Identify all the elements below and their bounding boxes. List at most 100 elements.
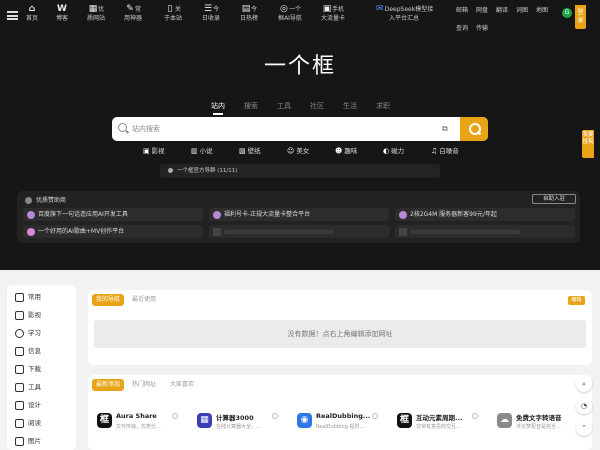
sponsor-card-placeholder bbox=[209, 225, 389, 238]
sites-panel: 最新添加 热门网址 大家喜欢 框 Aura Share 文件传输，优势分... … bbox=[88, 375, 592, 450]
site-logo: 框 bbox=[397, 413, 412, 428]
info-icon[interactable] bbox=[172, 413, 178, 419]
submit-tab[interactable]: 我要投稿 bbox=[582, 130, 594, 158]
sponsor-title: 优质赞助商 bbox=[25, 195, 66, 204]
tab-tools[interactable]: 工具 bbox=[269, 101, 299, 111]
beauty-icon: ☺ bbox=[287, 147, 295, 155]
site-desc: 在线计算器大全，... bbox=[216, 424, 261, 430]
menu-icon[interactable] bbox=[7, 11, 18, 20]
tab-site[interactable]: 站内 bbox=[203, 101, 233, 115]
info-icon[interactable] bbox=[272, 413, 278, 419]
nav-item-quality-sites[interactable]: ▦优 质网站 bbox=[83, 4, 109, 30]
sidebar-item-common[interactable]: 常用 bbox=[15, 291, 41, 302]
edit-button[interactable]: 编辑 bbox=[568, 296, 585, 305]
sponsor-badge-icon bbox=[213, 211, 221, 219]
util-mail[interactable]: 邮箱 bbox=[456, 5, 468, 14]
site-name: 计算器3000 bbox=[216, 414, 254, 422]
sidebar-item-read[interactable]: 阅读 bbox=[15, 417, 41, 428]
category-novel[interactable]: ▥ 小说 bbox=[191, 145, 213, 155]
search-button[interactable] bbox=[460, 117, 488, 141]
nav-item-home[interactable]: ⌂ 首页 bbox=[23, 4, 41, 30]
sponsor-card[interactable]: 福利号卡-正规大流量卡整合平台 bbox=[209, 208, 389, 221]
notice-bar[interactable]: 一个框官方导群 (11/11) bbox=[160, 164, 440, 178]
info-icon[interactable] bbox=[372, 413, 378, 419]
empty-state: 没有数据！点右上角编辑添加网址 bbox=[94, 320, 586, 348]
up-arrow-icon[interactable]: ⌃ bbox=[576, 420, 592, 436]
tab-popular[interactable]: 热门网址 bbox=[128, 379, 160, 391]
sidebar-item-design[interactable]: 设计 bbox=[15, 399, 41, 410]
util-map[interactable]: 地图 bbox=[536, 5, 548, 14]
download-icon bbox=[15, 364, 24, 374]
sponsor-card-placeholder bbox=[395, 225, 575, 238]
tab-favorites[interactable]: 大家喜欢 bbox=[166, 379, 198, 391]
tab-my-nav[interactable]: 我的导航 bbox=[92, 294, 125, 306]
sim-card-icon: ▣ bbox=[322, 4, 332, 14]
nav-item-blog[interactable]: W 博客 bbox=[53, 4, 71, 30]
sidebar-item-tools[interactable]: 工具 bbox=[15, 381, 41, 392]
sponsor-icon bbox=[25, 197, 32, 204]
nav-item-tools[interactable]: ✎常 用神器 bbox=[120, 4, 146, 30]
search-icon bbox=[118, 123, 127, 132]
category-wallpaper[interactable]: ▨ 壁纸 bbox=[239, 145, 261, 155]
search-icon[interactable]: ⌕ bbox=[576, 376, 592, 392]
tab-latest[interactable]: 最新添加 bbox=[92, 379, 125, 391]
self-service-button[interactable]: 自助入驻 bbox=[532, 194, 576, 204]
search-bar: ⧉ bbox=[112, 117, 488, 141]
util-word-image[interactable]: 词图 bbox=[516, 5, 528, 14]
sidebar-item-study[interactable]: 学习 bbox=[15, 327, 41, 338]
util-query[interactable]: 查询 bbox=[456, 23, 468, 32]
top-navigation: ⌂ 首页 W 博客 ▦优 质网站 ✎常 用神器 ▯ 关 于本站 ☰今 日收录 ▤今… bbox=[0, 0, 600, 32]
tab-recent[interactable]: 最近使用 bbox=[128, 294, 160, 306]
site-desc: RealDubbing 提供... bbox=[316, 424, 365, 430]
sidebar-item-info[interactable]: 信息 bbox=[15, 345, 41, 356]
util-transfer[interactable]: 传输 bbox=[476, 23, 488, 32]
notice-icon bbox=[168, 168, 173, 173]
tab-jobs[interactable]: 求职 bbox=[368, 101, 398, 111]
sidebar-item-film[interactable]: 影视 bbox=[15, 309, 41, 320]
util-translate[interactable]: 翻译 bbox=[496, 5, 508, 14]
fun-icon: ☻ bbox=[335, 147, 343, 155]
nav-item-ai-nav[interactable]: ◎一个 框AI导航 bbox=[276, 4, 304, 30]
nav-item-sim-card[interactable]: ▣手机 大流量卡 bbox=[319, 4, 347, 30]
chart-icon[interactable]: ◔ bbox=[576, 398, 592, 414]
sponsor-card[interactable]: 一个好用的AI歌曲+MV创作平台 bbox=[23, 225, 203, 238]
category-beauty[interactable]: ☺ 美女 bbox=[287, 145, 309, 155]
nav-item-about[interactable]: ▯ 关 于本站 bbox=[161, 4, 185, 30]
category-fun[interactable]: ☻ 趣味 bbox=[335, 145, 357, 155]
chart-icon: ▤ bbox=[241, 4, 251, 14]
sponsor-card[interactable]: 2核2G4M 服务器新客99元/年起 bbox=[395, 208, 575, 221]
site-logo: 框 bbox=[97, 413, 112, 428]
tab-community[interactable]: 社区 bbox=[302, 101, 332, 111]
site-card[interactable]: 框 互动元素周期... 非常有意思的交互... bbox=[392, 407, 486, 437]
login-button[interactable]: 登录 bbox=[575, 5, 586, 29]
sponsor-badge-icon bbox=[399, 211, 407, 219]
sidebar-item-pictures[interactable]: 图片 bbox=[15, 435, 41, 446]
my-nav-panel: 我的导航 最近使用 编辑 没有数据！点右上角编辑添加网址 bbox=[88, 290, 592, 365]
site-card[interactable]: 框 Aura Share 文件传输，优势分... bbox=[92, 407, 186, 437]
category-magnet[interactable]: ◐ 磁力 bbox=[383, 145, 404, 155]
util-netdisk[interactable]: 网盘 bbox=[476, 5, 488, 14]
sponsor-card[interactable]: 百度旗下一句话造应用AI开发工具 bbox=[23, 208, 203, 221]
tab-life[interactable]: 生活 bbox=[335, 101, 365, 111]
sound-icon: ♫ bbox=[431, 147, 438, 155]
tab-search[interactable]: 搜索 bbox=[236, 101, 266, 111]
nav-item-deepseek[interactable]: ✉DeepSeek模型接 入平台汇总 bbox=[371, 4, 437, 30]
category-white-noise[interactable]: ♫ 白噪音 bbox=[431, 145, 459, 155]
green-badge-icon[interactable]: G bbox=[562, 8, 572, 18]
deepseek-icon: ✉ bbox=[375, 4, 384, 14]
category-film[interactable]: ▣ 影视 bbox=[143, 145, 165, 155]
tool-icon bbox=[15, 382, 24, 392]
nav-item-today-collected[interactable]: ☰今 日收录 bbox=[199, 4, 223, 30]
scan-icon[interactable]: ⧉ bbox=[442, 124, 452, 134]
site-card[interactable]: ☁ 免费文字转语音 浮云梦配音是完全... bbox=[492, 407, 586, 437]
info-icon[interactable] bbox=[472, 413, 478, 419]
nav-item-hot-list[interactable]: ▤今 日热榜 bbox=[237, 4, 261, 30]
site-card[interactable]: ▦ 计算器3000 在线计算器大全，... bbox=[192, 407, 286, 437]
grid-icon: ▦ bbox=[88, 4, 98, 14]
search-input[interactable] bbox=[132, 117, 432, 141]
graduation-icon bbox=[15, 328, 24, 338]
sidebar-item-download[interactable]: 下载 bbox=[15, 363, 41, 374]
film-icon: ▣ bbox=[143, 147, 150, 155]
image-icon: ▨ bbox=[239, 147, 246, 155]
site-card[interactable]: ◉ RealDubbing... RealDubbing 提供... bbox=[292, 407, 386, 437]
